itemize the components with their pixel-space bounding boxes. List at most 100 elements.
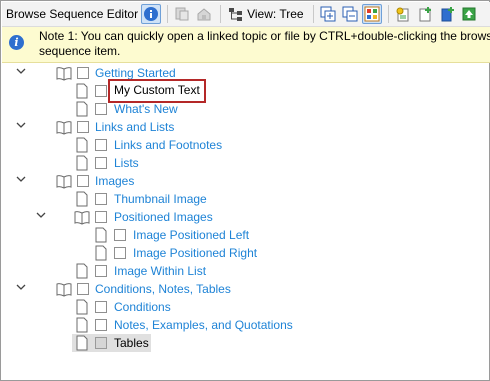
document-link-icon <box>175 7 189 21</box>
item-checkbox[interactable] <box>95 193 107 205</box>
expand-icon <box>320 6 336 22</box>
layout-button[interactable] <box>361 4 382 24</box>
item-checkbox[interactable] <box>95 211 107 223</box>
tree-item-label[interactable]: Links and Footnotes <box>114 137 222 153</box>
tree-item-label[interactable]: Conditions, Notes, Tables <box>95 281 231 297</box>
rename-input[interactable] <box>114 83 204 97</box>
page-icon <box>95 227 107 243</box>
page-icon <box>76 263 88 279</box>
tree-item-label[interactable]: Image Positioned Left <box>133 227 249 243</box>
item-checkbox[interactable] <box>77 67 89 79</box>
book-icon <box>74 211 90 225</box>
expand-all-button[interactable] <box>318 4 338 24</box>
new-item-icon <box>419 7 431 22</box>
tree-item-notes-examples-quotations[interactable]: Notes, Examples, and Quotations <box>2 316 490 334</box>
move-up-icon <box>462 7 476 21</box>
view-label: View: Tree <box>247 7 304 21</box>
tree-item-positioned-images[interactable]: Positioned Images <box>2 208 490 226</box>
chevron-down-icon[interactable] <box>36 210 46 220</box>
item-checkbox[interactable] <box>95 337 107 349</box>
open-file-button[interactable] <box>194 4 214 24</box>
tree-item-thumbnail-image[interactable]: Thumbnail Image <box>2 190 490 208</box>
browse-sequence-editor-window: Browse Sequence Editor View: Tree i Note… <box>0 0 490 381</box>
view-selector[interactable]: View: Tree <box>225 4 306 24</box>
page-icon <box>76 101 88 117</box>
tree-item-label[interactable]: What's New <box>114 101 178 117</box>
tree-item-images[interactable]: Images <box>2 172 490 190</box>
tree-item-label[interactable]: Image Positioned Right <box>133 245 257 261</box>
item-checkbox[interactable] <box>95 103 107 115</box>
item-checkbox[interactable] <box>77 121 89 133</box>
item-checkbox[interactable] <box>95 85 107 97</box>
tree-item-links-and-lists[interactable]: Links and Lists <box>2 118 490 136</box>
page-icon <box>76 299 88 315</box>
toolbar-separator <box>312 5 314 23</box>
item-checkbox[interactable] <box>95 319 107 331</box>
new-book-icon <box>441 7 454 22</box>
tree-item-image-positioned-left[interactable]: Image Positioned Left <box>2 226 490 244</box>
page-icon <box>76 83 88 99</box>
tree-item-label[interactable]: Lists <box>114 155 139 171</box>
notification-text: Note 1: You can quickly open a linked to… <box>39 29 490 58</box>
page-icon <box>76 317 88 333</box>
toolbar: Browse Sequence Editor View: Tree <box>2 2 490 27</box>
book-icon <box>56 67 72 81</box>
item-checkbox[interactable] <box>95 139 107 151</box>
tree-item-whats-new[interactable]: What's New <box>2 100 490 118</box>
tree-item-label[interactable]: Links and Lists <box>95 119 174 135</box>
chevron-down-icon[interactable] <box>16 282 26 292</box>
link-item-icon <box>396 7 409 22</box>
tree-item-lists[interactable]: Lists <box>2 154 490 172</box>
page-icon <box>95 245 107 261</box>
tree-item-label[interactable]: Images <box>95 173 134 189</box>
tree-item-label[interactable]: Image Within List <box>114 263 206 279</box>
tree-item-conditions[interactable]: Conditions <box>2 298 490 316</box>
tree-item-my-custom-text[interactable] <box>2 79 490 103</box>
open-topic-button[interactable] <box>172 4 192 24</box>
tree-item-conditions-notes-tables[interactable]: Conditions, Notes, Tables <box>2 280 490 298</box>
new-book-button[interactable] <box>437 4 457 24</box>
info-button[interactable] <box>141 4 162 24</box>
tree-item-getting-started[interactable]: Getting Started <box>2 64 490 82</box>
collapse-icon <box>342 6 358 22</box>
toolbar-separator <box>220 5 222 23</box>
move-up-button[interactable] <box>459 4 479 24</box>
info-icon: i <box>9 35 24 50</box>
item-checkbox[interactable] <box>95 157 107 169</box>
page-icon <box>76 155 88 171</box>
tree-item-tables[interactable]: Tables <box>2 334 490 352</box>
chevron-down-icon[interactable] <box>16 120 26 130</box>
tree-item-label[interactable]: Positioned Images <box>114 209 213 225</box>
notification-bar: i Note 1: You can quickly open a linked … <box>2 27 490 63</box>
browse-sequence-tree[interactable]: Getting Started What's New Links and Lis… <box>2 63 490 381</box>
item-checkbox[interactable] <box>114 247 126 259</box>
toolbar-separator <box>387 5 389 23</box>
page-icon <box>76 335 88 351</box>
item-checkbox[interactable] <box>114 229 126 241</box>
tree-item-label[interactable]: Thumbnail Image <box>114 191 207 207</box>
house-icon <box>197 8 211 21</box>
tree-view-icon <box>229 8 243 21</box>
book-icon <box>56 175 72 189</box>
item-checkbox[interactable] <box>95 265 107 277</box>
chevron-down-icon[interactable] <box>16 174 26 184</box>
item-checkbox[interactable] <box>77 283 89 295</box>
info-icon <box>144 7 159 21</box>
tree-item-label[interactable]: Notes, Examples, and Quotations <box>114 317 293 333</box>
new-item-button[interactable] <box>415 4 435 24</box>
item-checkbox[interactable] <box>95 301 107 313</box>
editor-title: Browse Sequence Editor <box>6 7 139 21</box>
collapse-all-button[interactable] <box>340 4 360 24</box>
page-icon <box>76 137 88 153</box>
book-icon <box>56 283 72 297</box>
layout-icon <box>364 6 380 22</box>
chevron-down-icon[interactable] <box>16 66 26 76</box>
tree-item-image-within-list[interactable]: Image Within List <box>2 262 490 280</box>
toolbar-separator <box>167 5 169 23</box>
tree-item-label[interactable]: Tables <box>114 335 149 351</box>
tree-item-label[interactable]: Conditions <box>114 299 171 315</box>
tree-item-image-positioned-right[interactable]: Image Positioned Right <box>2 244 490 262</box>
tree-item-links-and-footnotes[interactable]: Links and Footnotes <box>2 136 490 154</box>
item-checkbox[interactable] <box>77 175 89 187</box>
link-item-button[interactable] <box>393 4 413 24</box>
